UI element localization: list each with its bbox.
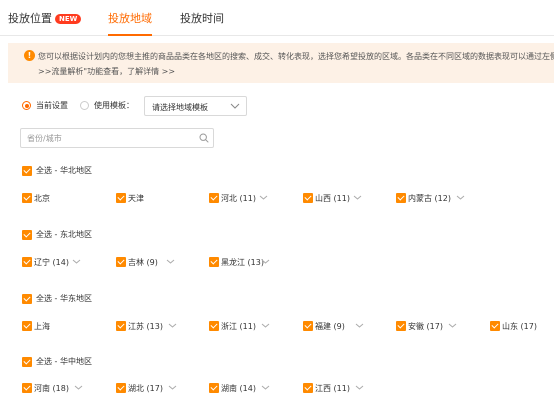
province-label: 北京 (34, 194, 50, 203)
province-label: 浙江 (11) (221, 322, 256, 331)
checkbox-checked-icon[interactable] (116, 257, 126, 267)
checkbox-checked-icon[interactable] (303, 321, 313, 331)
region-label: 全选 - 华北地区 (36, 166, 92, 175)
checkbox-checked-icon[interactable] (303, 383, 313, 393)
province-label: 福建 (9) (315, 322, 345, 331)
checkbox-checked-icon[interactable] (209, 321, 219, 331)
province-label: 辽宁 (14) (34, 258, 69, 267)
tab-placement[interactable]: 投放位置 NEW (8, 10, 82, 36)
current-setting-label[interactable]: 当前设置 (36, 100, 68, 111)
chevron-down-icon[interactable] (259, 194, 268, 201)
province-label: 天津 (128, 194, 144, 203)
province-label: 山西 (11) (315, 194, 350, 203)
chevron-down-icon[interactable] (353, 194, 362, 201)
search-input[interactable] (27, 129, 197, 147)
chevron-down-icon[interactable] (456, 194, 465, 201)
region-label: 全选 - 华东地区 (36, 294, 92, 303)
chevron-down-icon[interactable] (168, 384, 177, 391)
checkbox-checked-icon[interactable] (396, 321, 406, 331)
info-icon: ! (24, 50, 35, 61)
tab-time-label: 投放时间 (180, 12, 224, 25)
region-template-select[interactable]: 请选择地域模板 (144, 96, 247, 116)
use-template-label[interactable]: 使用模板： (94, 100, 134, 111)
chevron-down-icon[interactable] (261, 258, 270, 265)
notice-text-line1: 您可以根据设计划内的您想主推的商品品类在各地区的搜索、成交、转化表现，选择您希望… (38, 52, 554, 61)
checkbox-checked-icon[interactable] (209, 257, 219, 267)
chevron-down-icon[interactable] (355, 322, 364, 329)
tab-region[interactable]: 投放地域 (108, 10, 152, 36)
province-label: 山东 (17) (502, 322, 537, 331)
checkbox-checked-icon[interactable] (22, 357, 32, 367)
province-label: 黑龙江 (13) (221, 258, 264, 267)
current-setting-radio[interactable] (22, 101, 31, 110)
province-label: 上海 (34, 322, 50, 331)
checkbox-checked-icon[interactable] (22, 321, 32, 331)
province-label: 江西 (11) (315, 384, 350, 393)
template-settings: 当前设置 使用模板： 请选择地域模板 (20, 96, 420, 116)
checkbox-checked-icon[interactable] (209, 193, 219, 203)
use-template-radio[interactable] (80, 101, 89, 110)
chevron-down-icon[interactable] (74, 384, 83, 391)
province-search (20, 128, 214, 148)
checkbox-checked-icon[interactable] (396, 193, 406, 203)
chevron-down-icon[interactable] (168, 322, 177, 329)
checkbox-checked-icon[interactable] (22, 257, 32, 267)
tab-time[interactable]: 投放时间 (180, 10, 224, 36)
province-label: 湖北 (17) (128, 384, 163, 393)
checkbox-checked-icon[interactable] (209, 383, 219, 393)
chevron-down-icon[interactable] (72, 258, 81, 265)
chevron-down-icon[interactable] (355, 384, 364, 391)
region-label: 全选 - 东北地区 (36, 230, 92, 239)
tab-region-label: 投放地域 (108, 12, 152, 25)
notice-text-line2[interactable]: >>流量解析"功能查看，了解详情 >> (38, 65, 175, 78)
checkbox-checked-icon[interactable] (22, 166, 32, 176)
checkbox-checked-icon[interactable] (490, 321, 500, 331)
checkbox-checked-icon[interactable] (303, 193, 313, 203)
checkbox-checked-icon[interactable] (22, 294, 32, 304)
province-label: 湖南 (14) (221, 384, 256, 393)
new-badge: NEW (55, 14, 82, 24)
province-label: 河北 (11) (221, 194, 256, 203)
province-label: 河南 (18) (34, 384, 69, 393)
checkbox-checked-icon[interactable] (116, 383, 126, 393)
chevron-down-icon[interactable] (448, 322, 457, 329)
region-label: 全选 - 华中地区 (36, 357, 92, 366)
tab-bar: 投放位置 NEW 投放地域 投放时间 (0, 0, 554, 36)
tab-placement-label: 投放位置 (8, 12, 52, 25)
province-label: 安徽 (17) (408, 322, 443, 331)
province-label: 吉林 (9) (128, 258, 158, 267)
search-icon[interactable] (199, 133, 209, 143)
chevron-down-icon[interactable] (166, 258, 175, 265)
checkbox-checked-icon[interactable] (22, 193, 32, 203)
chevron-down-icon (230, 103, 240, 109)
chevron-down-icon[interactable] (261, 384, 270, 391)
checkbox-checked-icon[interactable] (22, 230, 32, 240)
region-template-select-value: 请选择地域模板 (152, 103, 208, 112)
province-label: 江苏 (13) (128, 322, 163, 331)
province-label: 内蒙古 (12) (408, 194, 451, 203)
checkbox-checked-icon[interactable] (116, 193, 126, 203)
checkbox-checked-icon[interactable] (116, 321, 126, 331)
checkbox-checked-icon[interactable] (22, 383, 32, 393)
info-notice: ! 您可以根据设计划内的您想主推的商品品类在各地区的搜索、成交、转化表现，选择您… (8, 43, 554, 83)
chevron-down-icon[interactable] (261, 322, 270, 329)
